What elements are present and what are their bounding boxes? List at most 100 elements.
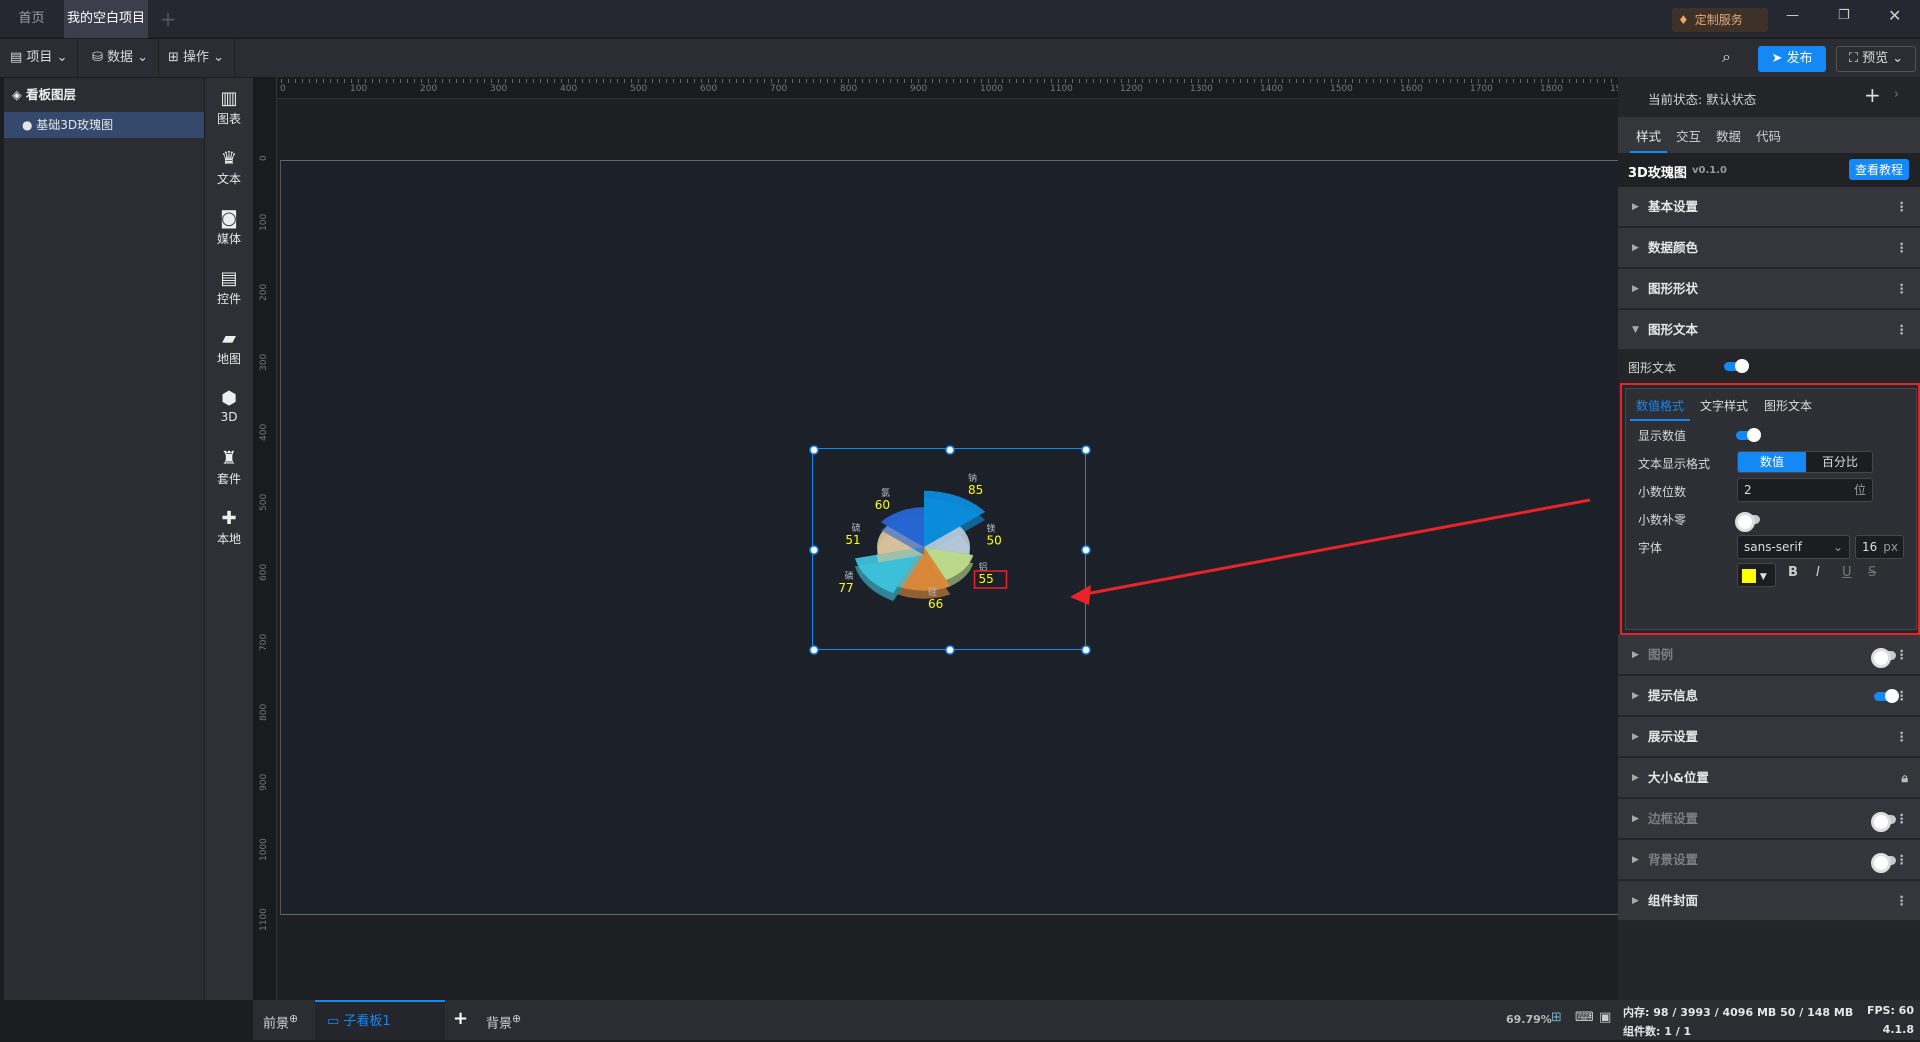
section-toggle[interactable] — [1871, 853, 1896, 873]
section-header[interactable]: ▶ 基本设置 ⋮ — [1618, 187, 1920, 227]
memory-readout: 内存: 98 / 3993 / 4096 MB 50 / 148 MB — [1623, 1006, 1854, 1019]
iconbar-item[interactable]: ▥ 图表 — [205, 88, 253, 127]
section-label: 展示设置 — [1648, 729, 1699, 744]
caret-right-icon: ▶ — [1632, 691, 1639, 701]
board-tab[interactable]: ▭ 子看板1 — [315, 1000, 445, 1040]
preview-button[interactable]: ⛶ 预览 ⌄ — [1836, 46, 1916, 72]
more-icon[interactable]: ⋮ — [1896, 676, 1909, 716]
text-color-picker[interactable]: ▼ — [1737, 563, 1776, 587]
show-value-toggle[interactable] — [1736, 428, 1761, 442]
tab-home[interactable]: 首页 — [0, 0, 63, 38]
restore-icon[interactable]: ❐ — [1838, 8, 1850, 23]
italic-button[interactable]: I — [1816, 565, 1820, 580]
panel-tab[interactable]: 代码 — [1756, 126, 1781, 145]
graphic-text-toggle[interactable] — [1724, 359, 1749, 373]
section-header[interactable]: ▶ 展示设置 ⋮ — [1618, 717, 1920, 757]
more-icon[interactable]: ⋮ — [1896, 228, 1909, 268]
format-label: 文本显示格式 — [1638, 457, 1711, 471]
font-size-input[interactable]: 16 px — [1855, 535, 1904, 559]
pad-zero-toggle[interactable] — [1735, 512, 1760, 532]
iconbar-label: 3D — [220, 410, 238, 424]
fit-screen-icon[interactable]: ⊞ — [1551, 1010, 1562, 1025]
section-header[interactable]: ▼ 图形文本 ⋮ — [1618, 310, 1920, 350]
terminal-icon[interactable]: ▣ — [1599, 1010, 1611, 1025]
more-icon[interactable]: ⋮ — [1896, 635, 1909, 675]
strikethrough-button[interactable]: S — [1868, 565, 1876, 580]
layers-header: ◈ 看板图层 — [12, 87, 76, 102]
underline-button[interactable]: U — [1842, 565, 1852, 580]
menu-operate[interactable]: ⊞ 操作 ⌄ — [158, 39, 236, 77]
section-header[interactable]: ▶ 图例 ⋮ — [1618, 635, 1920, 675]
show-value-label: 显示数值 — [1638, 429, 1687, 443]
iconbar-item[interactable]: ▤ 控件 — [205, 268, 253, 307]
fps-readout: FPS: 60 — [1866, 1004, 1914, 1017]
background-tab[interactable]: 背景⊕ — [486, 1012, 521, 1031]
more-icon[interactable]: ⋮ — [1896, 310, 1909, 350]
more-icon[interactable]: ⋮ — [1896, 799, 1909, 839]
section-header[interactable]: ▶ 背景设置 ⋮ — [1618, 840, 1920, 880]
iconbar-label: 图表 — [216, 112, 241, 126]
section-header[interactable]: ▶ 大小&位置 🔒︎ — [1618, 758, 1920, 798]
section-toggle[interactable] — [1871, 812, 1896, 832]
canvas-area[interactable]: 0 100 200 300 400 500 600 700 800 900 1000 1100 1200… — [253, 77, 1618, 1000]
panel-tab[interactable]: 样式 — [1630, 126, 1668, 153]
caret-right-icon: ▶ — [1632, 773, 1639, 783]
custom-service-button[interactable]: ♦ 定制服务 — [1672, 8, 1768, 32]
color-swatch — [1742, 568, 1756, 583]
format-percent-option[interactable]: 百分比 — [1806, 452, 1872, 472]
menu-data[interactable]: ⛁ 数据 ⌄ — [82, 39, 160, 77]
lock-icon[interactable]: 🔒︎ — [1901, 758, 1908, 798]
section-header[interactable]: ▶ 数据颜色 ⋮ — [1618, 228, 1920, 268]
add-state-icon[interactable]: + — [1864, 83, 1881, 107]
tutorial-button[interactable]: 查看教程 — [1849, 159, 1910, 180]
highlight-box: 数值格式 文字样式 图形文本 显示数值 文本显示格式 数值 百分比 小数位数 2位 … — [1620, 383, 1920, 635]
iconbar-item[interactable]: ♛ 文本 — [205, 148, 253, 187]
component-count: 组件数: 1 / 1 — [1623, 1025, 1692, 1038]
publish-button[interactable]: ➤ 发布 — [1758, 46, 1826, 72]
foreground-tab[interactable]: 前景⊕ — [263, 1012, 298, 1031]
more-icon[interactable]: ⋮ — [1896, 717, 1909, 757]
section-toggle[interactable] — [1871, 648, 1896, 668]
format-value-option[interactable]: 数值 — [1738, 452, 1806, 472]
font-label: 字体 — [1638, 541, 1663, 555]
more-icon[interactable]: ⋮ — [1896, 269, 1909, 309]
panel-tab[interactable]: 交互 — [1676, 126, 1701, 145]
map-icon: ▰ — [222, 328, 236, 349]
minimize-icon[interactable]: — — [1786, 8, 1799, 23]
sub-tab[interactable]: 文字样式 — [1700, 397, 1748, 414]
iconbar-item[interactable]: ▰ 地图 — [205, 328, 253, 367]
section-header[interactable]: ▶ 提示信息 ⋮ — [1618, 676, 1920, 716]
panel-tabs: 样式 交互 数据 代码 — [1618, 117, 1920, 153]
iconbar-item[interactable]: ✚ 本地 — [205, 508, 253, 547]
section-header[interactable]: ▶ 组件封面 ⋮ — [1618, 881, 1920, 921]
section-toggle[interactable] — [1874, 689, 1899, 703]
font-select[interactable]: sans-serif ⌄ — [1737, 535, 1850, 559]
more-icon[interactable]: ⋮ — [1896, 840, 1909, 880]
sub-tab[interactable]: 图形文本 — [1764, 397, 1812, 414]
iconbar-label: 文本 — [216, 172, 241, 186]
decimals-input[interactable]: 2位 — [1737, 478, 1873, 502]
add-board-button[interactable]: + — [453, 1008, 468, 1029]
more-icon[interactable]: ⋮ — [1896, 881, 1909, 921]
caret-right-icon: ▶ — [1632, 814, 1639, 824]
chevron-right-icon[interactable]: › — [1894, 87, 1899, 102]
iconbar-item[interactable]: ⬢ 3D — [205, 388, 253, 424]
panel-tab[interactable]: 数据 — [1716, 126, 1741, 145]
new-tab-button[interactable]: + — [150, 0, 186, 38]
section-header[interactable]: ▶ 边框设置 ⋮ — [1618, 799, 1920, 839]
bold-button[interactable]: B — [1788, 565, 1798, 580]
keyboard-icon[interactable]: ⌨ — [1575, 1010, 1594, 1025]
sub-tab[interactable]: 数值格式 — [1630, 397, 1691, 421]
section-header[interactable]: ▶ 图形形状 ⋮ — [1618, 269, 1920, 309]
close-icon[interactable]: ✕ — [1888, 6, 1901, 25]
section-label: 背景设置 — [1648, 852, 1699, 867]
camera-icon: ◙ — [220, 208, 238, 229]
tab-project[interactable]: 我的空白项目 — [64, 0, 148, 61]
iconbar-item[interactable]: ◙ 媒体 — [205, 208, 253, 247]
menu-project[interactable]: ▤ 项目 ⌄ — [0, 39, 79, 77]
toolbar: ▤ 项目 ⌄ ⛁ 数据 ⌄ ⊞ 操作 ⌄ ⌕ ➤ 发布 ⛶ 预览 ⌄ — [0, 39, 1920, 77]
iconbar-item[interactable]: ♜ 套件 — [205, 448, 253, 487]
more-icon[interactable]: ⋮ — [1896, 187, 1909, 227]
layer-item[interactable]: ● 基础3D玫瑰图 — [4, 112, 204, 138]
search-icon[interactable]: ⌕ — [1722, 47, 1731, 67]
